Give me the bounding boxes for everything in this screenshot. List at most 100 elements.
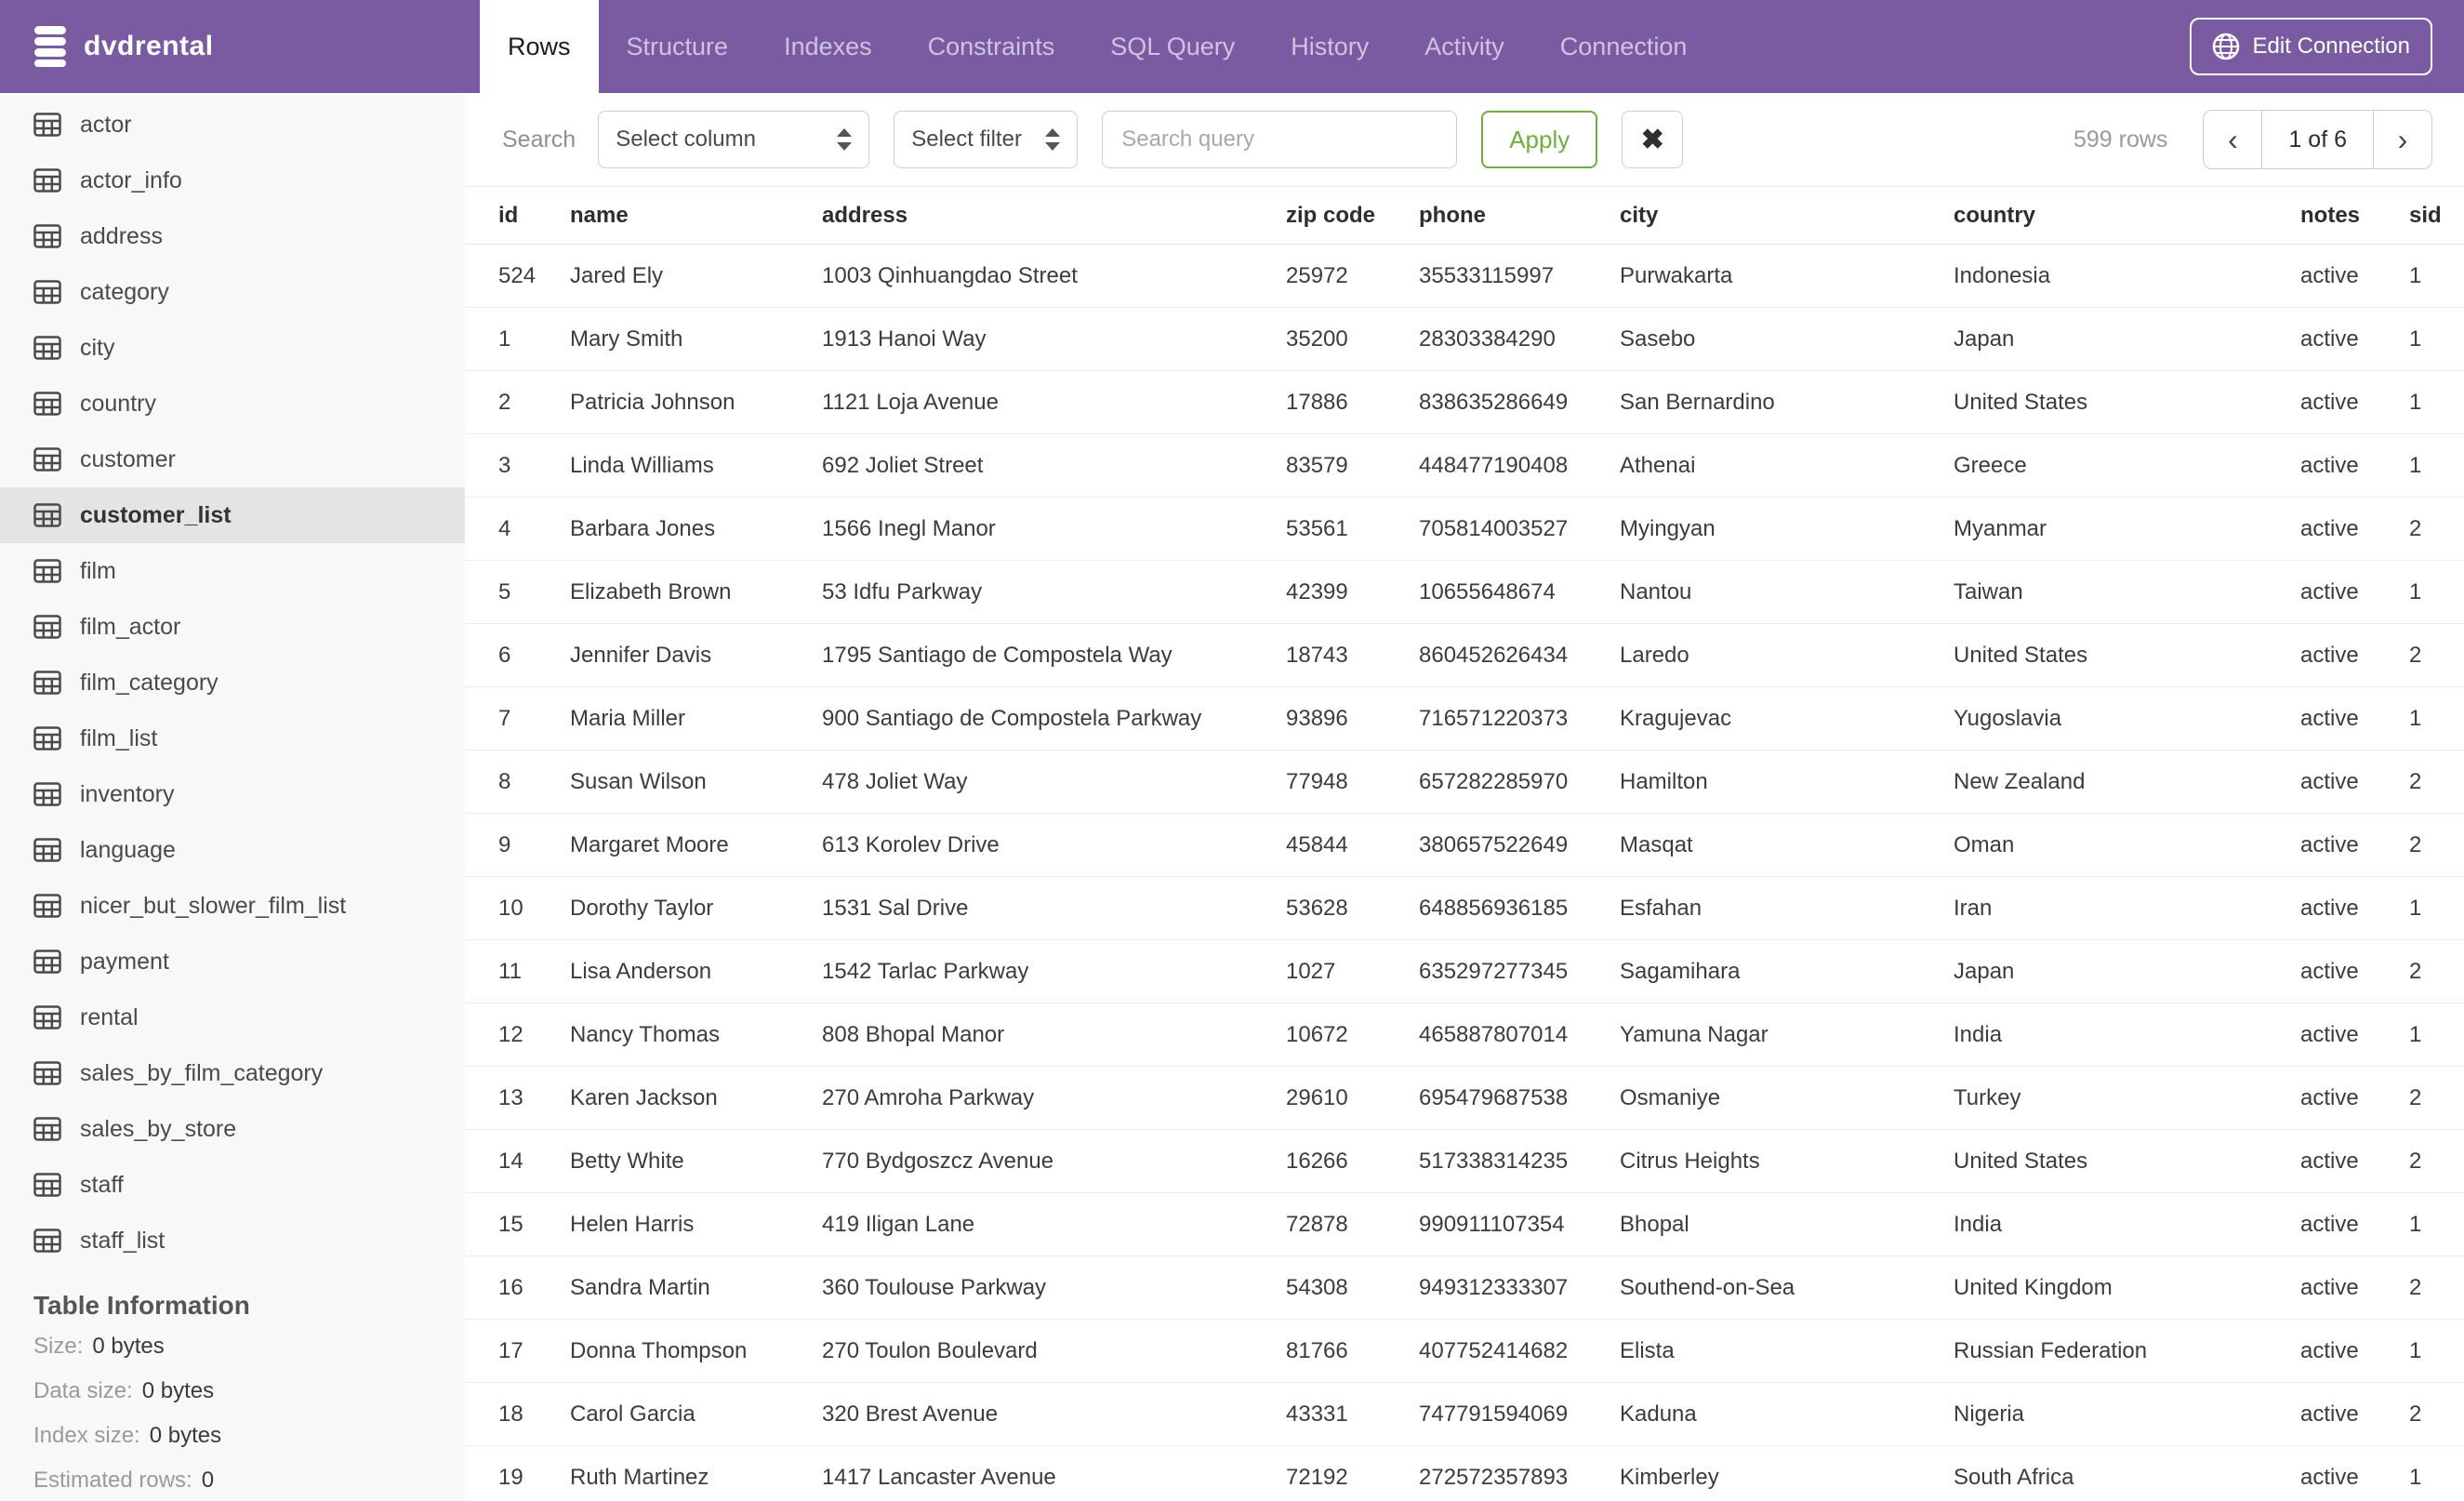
cell-address[interactable]: 1566 Inegl Manor bbox=[822, 497, 1286, 561]
cell-notes[interactable]: active bbox=[2300, 497, 2409, 561]
cell-notes[interactable]: active bbox=[2300, 1255, 2409, 1320]
cell-city[interactable]: Masqat bbox=[1620, 813, 1954, 877]
cell-notes[interactable]: active bbox=[2300, 750, 2409, 814]
cell-name[interactable]: Betty White bbox=[570, 1129, 822, 1193]
cell-id[interactable]: 5 bbox=[465, 560, 570, 624]
cell-country[interactable]: Myanmar bbox=[1954, 497, 2300, 561]
cell-city[interactable]: Elista bbox=[1620, 1319, 1954, 1383]
cell-city[interactable]: Bhopal bbox=[1620, 1192, 1954, 1256]
cell-name[interactable]: Nancy Thomas bbox=[570, 1003, 822, 1067]
cell-id[interactable]: 8 bbox=[465, 750, 570, 814]
cell-phone[interactable]: 635297277345 bbox=[1419, 939, 1620, 1003]
sidebar-item-payment[interactable]: payment bbox=[0, 934, 465, 990]
cell-address[interactable]: 320 Brest Avenue bbox=[822, 1382, 1286, 1446]
search-query-input[interactable] bbox=[1102, 111, 1458, 168]
cell-address[interactable]: 270 Amroha Parkway bbox=[822, 1066, 1286, 1130]
sidebar-item-category[interactable]: category bbox=[0, 264, 465, 320]
sidebar-item-customer[interactable]: customer bbox=[0, 432, 465, 487]
cell-country[interactable]: South Africa bbox=[1954, 1445, 2300, 1501]
cell-address[interactable]: 1795 Santiago de Compostela Way bbox=[822, 623, 1286, 687]
cell-country[interactable]: India bbox=[1954, 1192, 2300, 1256]
cell-phone[interactable]: 35533115997 bbox=[1419, 244, 1620, 308]
cell-phone[interactable]: 28303384290 bbox=[1419, 307, 1620, 371]
cell-name[interactable]: Maria Miller bbox=[570, 686, 822, 750]
cell-sid[interactable]: 1 bbox=[2409, 370, 2464, 434]
cell-city[interactable]: Southend-on-Sea bbox=[1620, 1255, 1954, 1320]
apply-button[interactable]: Apply bbox=[1481, 111, 1598, 168]
cell-country[interactable]: Yugoslavia bbox=[1954, 686, 2300, 750]
column-header-city[interactable]: city bbox=[1620, 186, 1954, 245]
sidebar-item-film_category[interactable]: film_category bbox=[0, 655, 465, 711]
cell-notes[interactable]: active bbox=[2300, 1003, 2409, 1067]
cell-name[interactable]: Sandra Martin bbox=[570, 1255, 822, 1320]
cell-country[interactable]: India bbox=[1954, 1003, 2300, 1067]
cell-zip-code[interactable]: 54308 bbox=[1286, 1255, 1419, 1320]
cell-address[interactable]: 770 Bydgoszcz Avenue bbox=[822, 1129, 1286, 1193]
cell-id[interactable]: 7 bbox=[465, 686, 570, 750]
cell-name[interactable]: Karen Jackson bbox=[570, 1066, 822, 1130]
cell-sid[interactable]: 2 bbox=[2409, 750, 2464, 814]
cell-name[interactable]: Linda Williams bbox=[570, 433, 822, 498]
cell-country[interactable]: Japan bbox=[1954, 307, 2300, 371]
cell-zip-code[interactable]: 16266 bbox=[1286, 1129, 1419, 1193]
cell-sid[interactable]: 2 bbox=[2409, 1129, 2464, 1193]
cell-id[interactable]: 16 bbox=[465, 1255, 570, 1320]
sidebar-item-sales_by_film_category[interactable]: sales_by_film_category bbox=[0, 1045, 465, 1101]
cell-id[interactable]: 9 bbox=[465, 813, 570, 877]
cell-city[interactable]: Esfahan bbox=[1620, 876, 1954, 940]
cell-phone[interactable]: 860452626434 bbox=[1419, 623, 1620, 687]
cell-zip-code[interactable]: 45844 bbox=[1286, 813, 1419, 877]
cell-name[interactable]: Jennifer Davis bbox=[570, 623, 822, 687]
cell-phone[interactable]: 747791594069 bbox=[1419, 1382, 1620, 1446]
cell-address[interactable]: 1003 Qinhuangdao Street bbox=[822, 244, 1286, 308]
cell-country[interactable]: New Zealand bbox=[1954, 750, 2300, 814]
cell-country[interactable]: Turkey bbox=[1954, 1066, 2300, 1130]
sidebar-item-city[interactable]: city bbox=[0, 320, 465, 376]
tab-activity[interactable]: Activity bbox=[1397, 0, 1532, 93]
cell-notes[interactable]: active bbox=[2300, 1445, 2409, 1501]
column-header-country[interactable]: country bbox=[1954, 186, 2300, 245]
cell-zip-code[interactable]: 53628 bbox=[1286, 876, 1419, 940]
cell-country[interactable]: United States bbox=[1954, 370, 2300, 434]
cell-city[interactable]: Purwakarta bbox=[1620, 244, 1954, 308]
column-header-address[interactable]: address bbox=[822, 186, 1286, 245]
previous-page-button[interactable]: ‹ bbox=[2204, 111, 2262, 168]
cell-zip-code[interactable]: 42399 bbox=[1286, 560, 1419, 624]
cell-id[interactable]: 524 bbox=[465, 244, 570, 308]
cell-sid[interactable]: 1 bbox=[2409, 307, 2464, 371]
cell-city[interactable]: Sasebo bbox=[1620, 307, 1954, 371]
cell-phone[interactable]: 407752414682 bbox=[1419, 1319, 1620, 1383]
column-header-zip-code[interactable]: zip code bbox=[1286, 186, 1419, 245]
cell-sid[interactable]: 2 bbox=[2409, 813, 2464, 877]
column-header-name[interactable]: name bbox=[570, 186, 822, 245]
tab-connection[interactable]: Connection bbox=[1532, 0, 1716, 93]
cell-phone[interactable]: 448477190408 bbox=[1419, 433, 1620, 498]
cell-phone[interactable]: 10655648674 bbox=[1419, 560, 1620, 624]
cell-sid[interactable]: 1 bbox=[2409, 1445, 2464, 1501]
sidebar-item-actor[interactable]: actor bbox=[0, 97, 465, 153]
sidebar-item-staff_list[interactable]: staff_list bbox=[0, 1213, 465, 1269]
cell-country[interactable]: Taiwan bbox=[1954, 560, 2300, 624]
cell-address[interactable]: 270 Toulon Boulevard bbox=[822, 1319, 1286, 1383]
cell-city[interactable]: Sagamihara bbox=[1620, 939, 1954, 1003]
cell-zip-code[interactable]: 17886 bbox=[1286, 370, 1419, 434]
cell-phone[interactable]: 657282285970 bbox=[1419, 750, 1620, 814]
sidebar-item-customer_list[interactable]: customer_list bbox=[0, 487, 465, 543]
cell-id[interactable]: 1 bbox=[465, 307, 570, 371]
cell-phone[interactable]: 695479687538 bbox=[1419, 1066, 1620, 1130]
edit-connection-button[interactable]: Edit Connection bbox=[2189, 18, 2432, 75]
cell-city[interactable]: Kaduna bbox=[1620, 1382, 1954, 1446]
cell-city[interactable]: Kimberley bbox=[1620, 1445, 1954, 1501]
cell-city[interactable]: Myingyan bbox=[1620, 497, 1954, 561]
cell-address[interactable]: 419 Iligan Lane bbox=[822, 1192, 1286, 1256]
cell-sid[interactable]: 2 bbox=[2409, 497, 2464, 561]
next-page-button[interactable]: › bbox=[2374, 111, 2431, 168]
cell-city[interactable]: Osmaniye bbox=[1620, 1066, 1954, 1130]
filter-select[interactable]: Select filter bbox=[894, 111, 1079, 168]
cell-address[interactable]: 1913 Hanoi Way bbox=[822, 307, 1286, 371]
cell-address[interactable]: 1121 Loja Avenue bbox=[822, 370, 1286, 434]
cell-name[interactable]: Elizabeth Brown bbox=[570, 560, 822, 624]
cell-zip-code[interactable]: 83579 bbox=[1286, 433, 1419, 498]
cell-notes[interactable]: active bbox=[2300, 939, 2409, 1003]
cell-address[interactable]: 1542 Tarlac Parkway bbox=[822, 939, 1286, 1003]
